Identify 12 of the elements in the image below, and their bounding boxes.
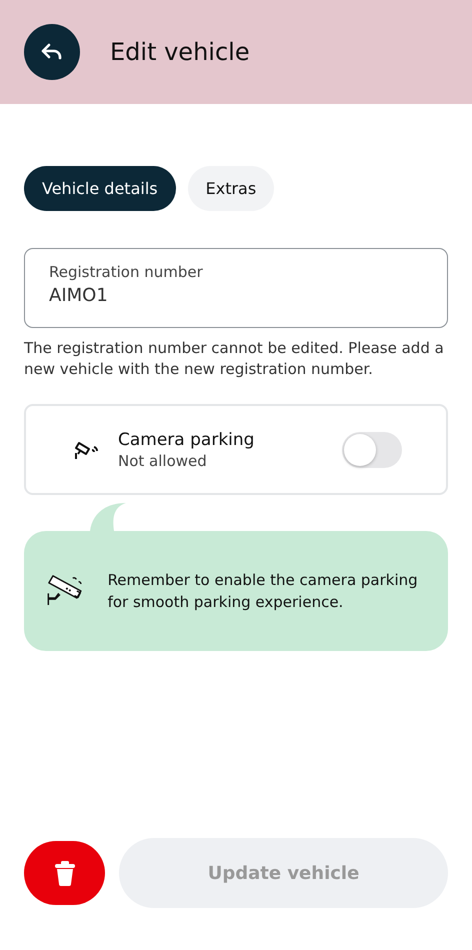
camera-parking-toggle[interactable] — [342, 432, 402, 468]
tab[interactable]: Vehicle details — [24, 166, 176, 211]
camera-parking-label: Camera parking — [118, 430, 256, 450]
tip-text: Remember to enable the camera parking for smooth parking experience. — [108, 570, 419, 613]
page-title: Edit vehicle — [110, 38, 250, 66]
trash-icon — [54, 860, 76, 886]
field-value: AIMO1 — [49, 285, 109, 306]
tab[interactable]: Extras — [188, 166, 274, 211]
helper-text: The registration number cannot be edited. Please add a new vehicle with the new registration number. — [24, 338, 445, 380]
camera-parking-status: Not allowed — [118, 452, 208, 470]
field-label: Registration number — [49, 263, 204, 281]
registration-field[interactable]: Registration number AIMO1 — [24, 248, 448, 328]
